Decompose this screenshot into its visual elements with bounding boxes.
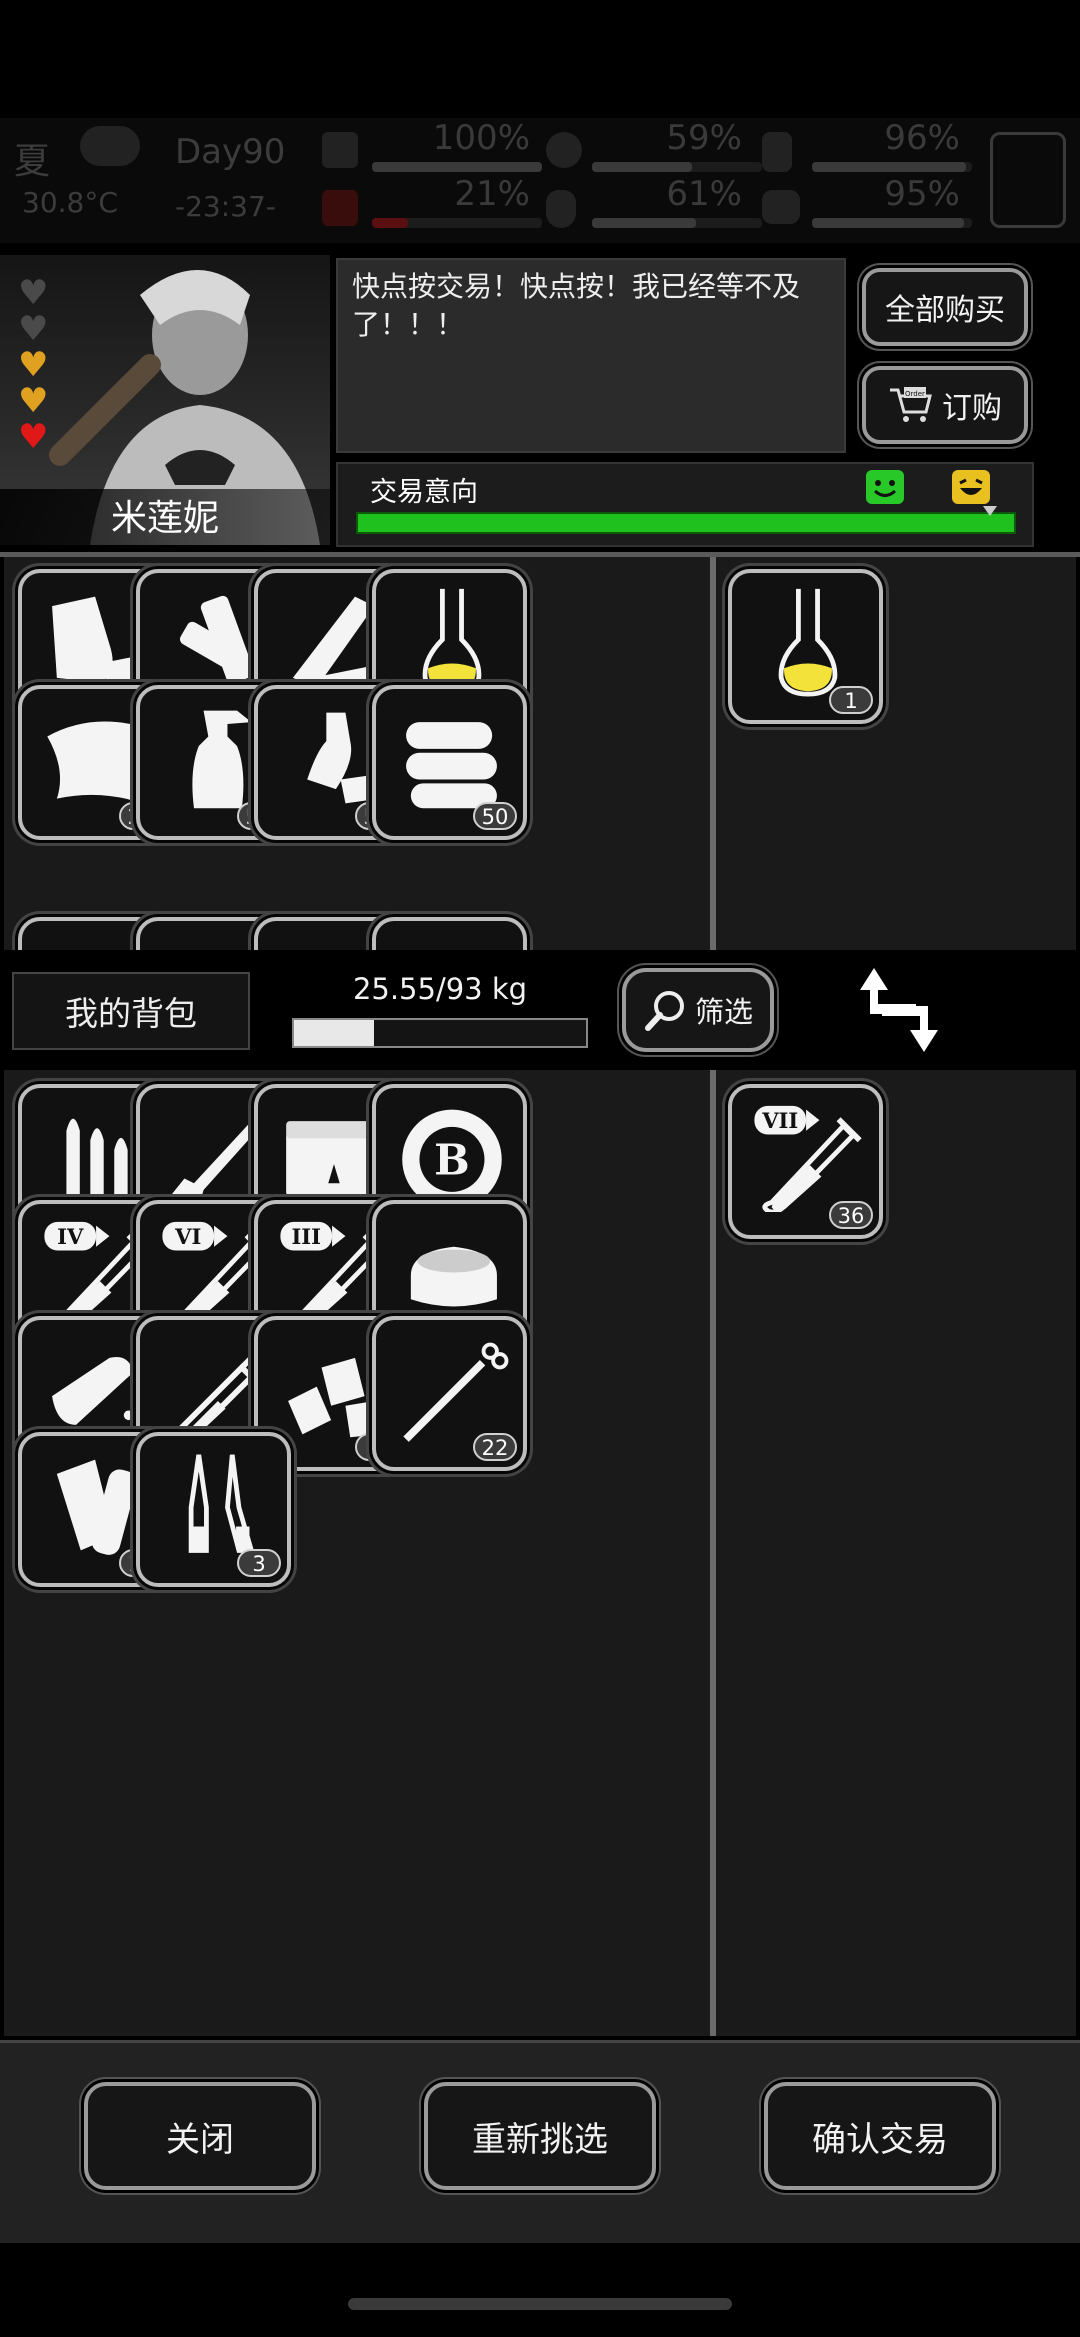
health-bar	[372, 162, 542, 172]
stomach-value: 59%	[666, 118, 742, 158]
reselect-button[interactable]: 重新挑选	[424, 2082, 656, 2190]
heart-empty-icon: ♥	[18, 309, 49, 349]
water-drop-icon	[546, 190, 576, 228]
mood-value: 95%	[884, 174, 960, 214]
buy-all-button[interactable]: 全部购买	[862, 268, 1028, 346]
item-slot[interactable]: 1	[728, 569, 883, 724]
weight-bar	[292, 1018, 588, 1048]
item-count: 36	[829, 1201, 873, 1229]
injury-icon	[322, 190, 358, 226]
magnifier-icon	[643, 988, 687, 1032]
trader-speech-bubble: 快点按交易！快点按！我已经等不及了！！！	[336, 258, 846, 453]
medkit-icon	[322, 132, 358, 168]
trade-intent-panel: 交易意向	[336, 462, 1034, 547]
tube-grade-text: VII	[761, 1108, 798, 1133]
player-offer-grid[interactable]: VII 36	[716, 1070, 1076, 2036]
trader-name: 米莲妮	[110, 498, 219, 539]
order-label: 订购	[942, 391, 1002, 426]
heart-orange-icon: ♥	[18, 381, 49, 421]
stomach-bar	[592, 162, 762, 172]
time-label: -23:37-	[175, 190, 276, 223]
item-count: 22	[473, 1433, 517, 1461]
affection-hearts: ♥ ♥ ♥ ♥ ♥	[18, 275, 48, 455]
tube-grade-text: IV	[57, 1224, 84, 1249]
item-count: 1	[829, 686, 873, 714]
merchant-offer-grid[interactable]: 1	[716, 557, 1076, 950]
filter-button[interactable]: 筛选	[622, 968, 774, 1052]
home-indicator[interactable]	[348, 2298, 732, 2310]
heart-red-icon: ♥	[18, 417, 49, 457]
injury-bar	[372, 218, 542, 228]
swap-arrows-icon[interactable]	[856, 962, 942, 1058]
item-count: 3	[237, 1549, 281, 1577]
merchant-inventory-grid[interactable]: 50 50 50 24 25 50 50 50	[4, 557, 710, 950]
stamina-bar	[812, 162, 972, 172]
filter-label: 筛选	[694, 995, 753, 1029]
status-bar: 夏 30.8°C Day90 -23:37- 100% 21% 59% 61% …	[0, 118, 1080, 243]
item-slot[interactable]: VII 36	[728, 1084, 883, 1239]
yellow-flask-icon	[422, 588, 482, 697]
backpack-inventory-grid[interactable]: 100 1 54B 999+ IV 9 VI 3 III 22 10 11 13…	[4, 1070, 710, 2036]
map-slot[interactable]	[990, 132, 1066, 228]
yellow-flask-icon	[778, 588, 838, 697]
stomach-icon	[546, 132, 582, 168]
canned-food-icon	[410, 1246, 497, 1307]
close-button[interactable]: 关闭	[84, 2082, 316, 2190]
temperature-label: 30.8°C	[22, 186, 118, 219]
test-tube-vii-icon: VII	[754, 1105, 862, 1212]
mood-bar	[812, 218, 972, 228]
coin-letter-text: B	[434, 1135, 470, 1185]
tube-grade-text: VI	[174, 1224, 201, 1249]
tube-grade-text: III	[291, 1224, 321, 1249]
cart-order-text: Order	[905, 390, 925, 398]
injector-icon	[403, 1342, 509, 1442]
b-coin-icon: B	[402, 1109, 502, 1210]
season-label: 夏	[14, 141, 51, 182]
item-count: 50	[473, 802, 517, 830]
trader-portrait: 米莲妮 ♥ ♥ ♥ ♥ ♥	[0, 255, 330, 545]
heart-orange-icon: ♥	[18, 345, 49, 385]
weight-label: 25.55/93 kg	[352, 972, 528, 1006]
item-slot[interactable]: 50	[372, 685, 527, 840]
water-bar	[592, 218, 762, 228]
logs-icon	[406, 722, 497, 809]
item-slot[interactable]: 3	[136, 1432, 291, 1587]
day-label: Day90	[175, 132, 286, 172]
backpack-title: 我的背包	[12, 972, 250, 1050]
cart-icon: Order	[888, 386, 932, 424]
grin-yellow-icon	[952, 470, 990, 504]
stamina-value: 96%	[884, 118, 960, 158]
order-button[interactable]: Order 订购	[862, 366, 1028, 444]
water-value: 61%	[666, 174, 742, 214]
trade-intent-label: 交易意向	[370, 477, 478, 508]
confirm-trade-button[interactable]: 确认交易	[764, 2082, 996, 2190]
cloud-icon	[80, 126, 140, 166]
item-slot-partial[interactable]	[372, 917, 527, 950]
stamina-icon	[762, 132, 792, 172]
heart-empty-icon: ♥	[18, 273, 49, 313]
trade-intent-bar	[356, 512, 1016, 534]
ampoules-icon	[188, 1454, 255, 1553]
intent-marker-icon	[982, 506, 997, 516]
health-value: 100%	[432, 118, 530, 158]
injury-value: 21%	[454, 174, 530, 214]
smile-green-icon	[866, 470, 904, 504]
heart-status-icon	[762, 190, 800, 224]
item-slot[interactable]: 22	[372, 1316, 527, 1471]
